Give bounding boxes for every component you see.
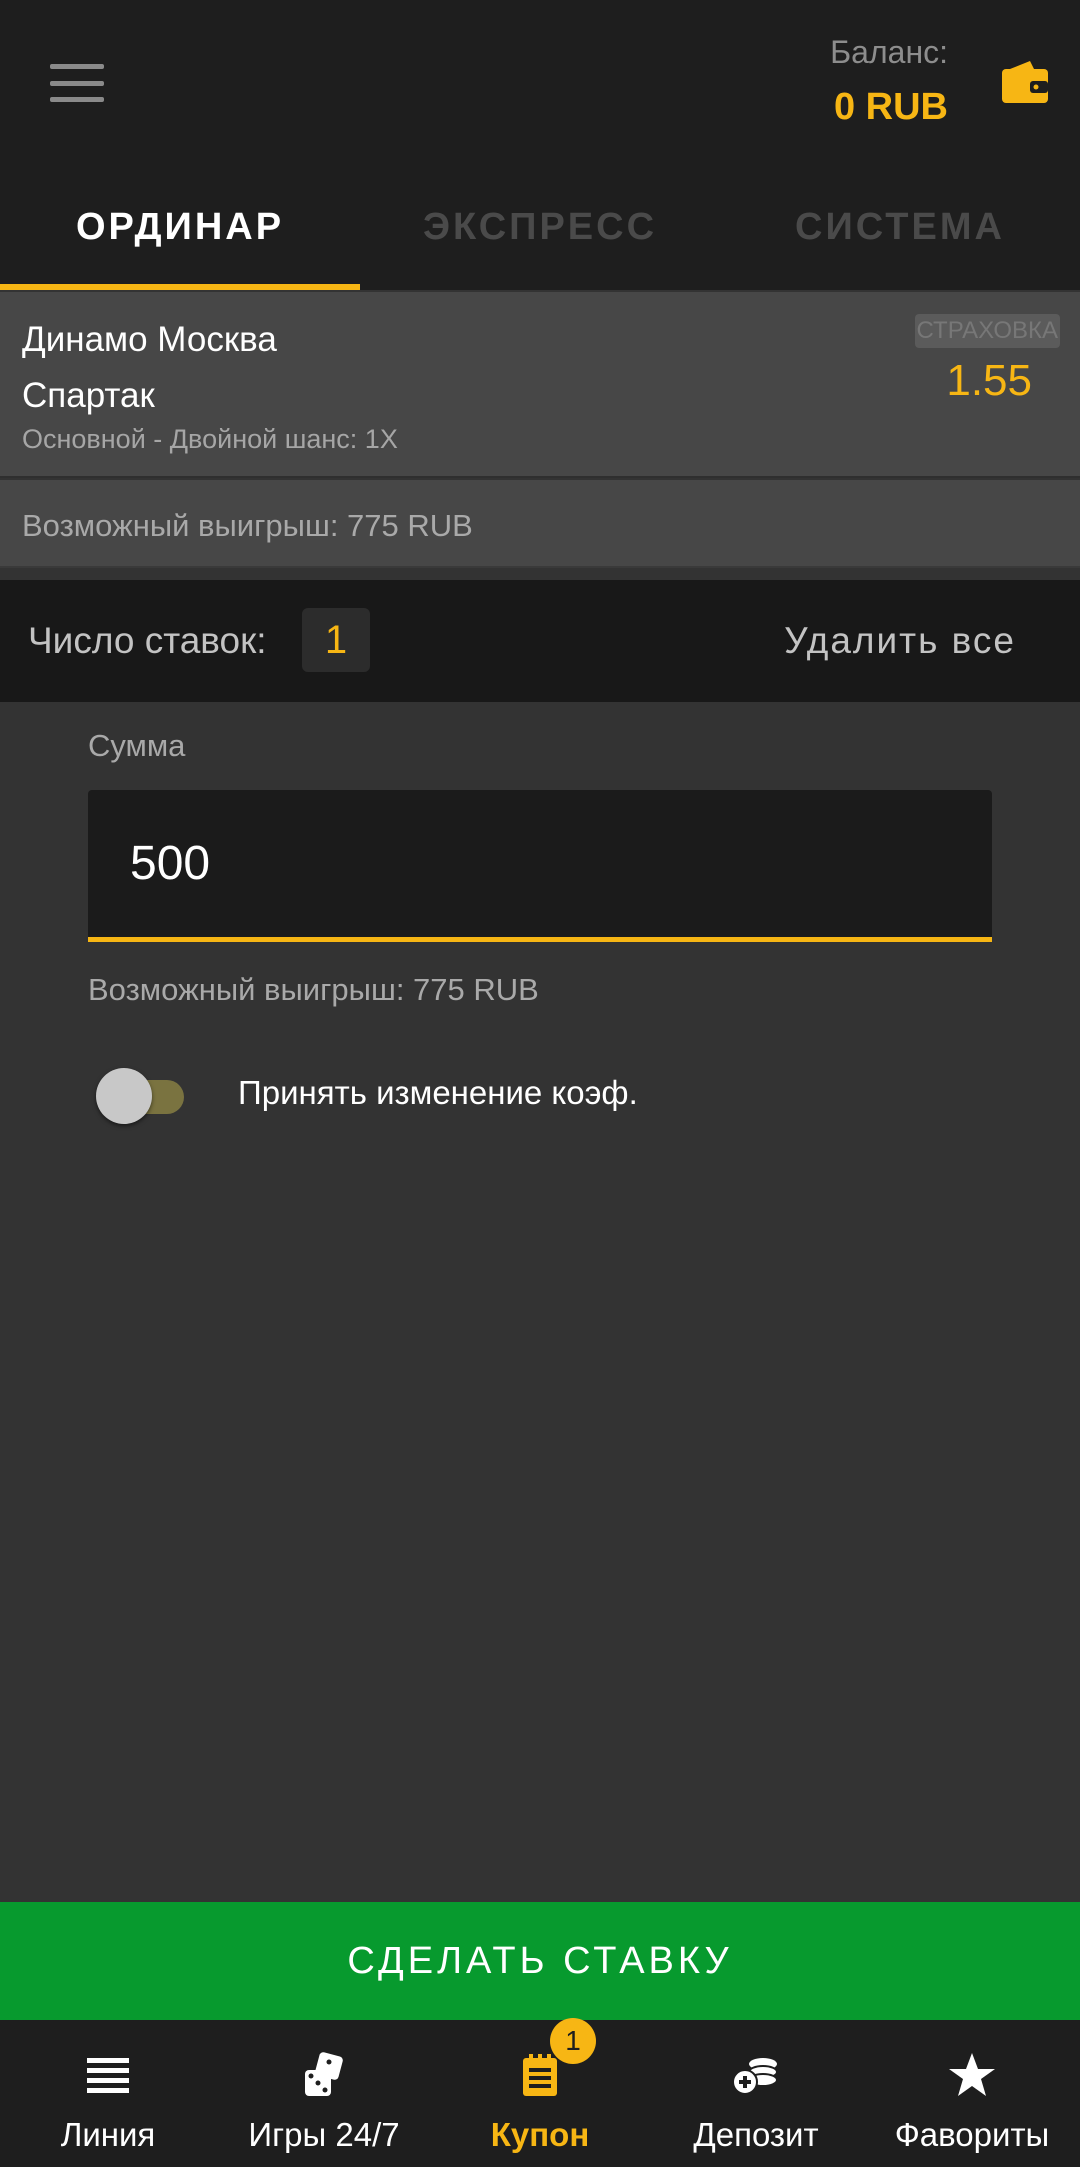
amount-possible-win: Возможный выигрыш: 775 RUB <box>88 972 539 1007</box>
wallet-icon[interactable] <box>1000 57 1050 107</box>
amount-input[interactable] <box>88 790 992 942</box>
nav-line[interactable]: Линия <box>0 2020 216 2167</box>
tab-express[interactable]: ЭКСПРЕСС <box>360 192 720 290</box>
nav-games-label: Игры 24/7 <box>248 2116 400 2153</box>
nav-deposit[interactable]: Депозит <box>648 2020 864 2167</box>
star-icon <box>949 2053 995 2096</box>
coins-plus-icon <box>732 2058 778 2095</box>
bet-count-bar: Число ставок: 1 Удалить все <box>0 580 1080 702</box>
tab-single[interactable]: ОРДИНАР <box>0 192 360 290</box>
balance-label: Баланс: <box>830 34 948 70</box>
team-home: Динамо Москва <box>22 320 277 359</box>
team-away: Спартак <box>22 376 155 415</box>
bottom-nav: Линия Игры 24/7 Купон Депозит Фавориты <box>0 2020 1080 2167</box>
tab-system[interactable]: СИСТЕМА <box>720 192 1080 290</box>
insurance-button[interactable]: СТРАХОВКА <box>914 314 1060 348</box>
bet-slip-screen: Баланс: 0 RUB ОРДИНАР ЭКСПРЕСС СИСТЕМА Д… <box>0 0 1080 2167</box>
nav-games[interactable]: Игры 24/7 <box>216 2020 432 2167</box>
nav-favorites-label: Фавориты <box>894 2116 1050 2153</box>
bet-odds: 1.55 <box>946 356 1032 405</box>
delete-all-button[interactable]: Удалить все <box>784 620 1016 662</box>
coupon-count-badge: 1 <box>550 2018 596 2064</box>
bet-market: Основной - Двойной шанс: 1X <box>22 424 398 454</box>
hamburger-menu-icon[interactable] <box>50 64 104 102</box>
bet-card[interactable]: Динамо Москва Спартак Основной - Двойной… <box>0 292 1080 478</box>
make-bet-button[interactable]: СДЕЛАТЬ СТАВКУ <box>0 1902 1080 2020</box>
nav-line-label: Линия <box>60 2116 156 2153</box>
list-icon <box>87 2058 129 2093</box>
accept-changes-label: Принять изменение коэф. <box>238 1074 638 1111</box>
balance-value[interactable]: 0 RUB <box>834 86 948 129</box>
nav-coupon[interactable]: Купон <box>432 2020 648 2167</box>
header: Баланс: 0 RUB ОРДИНАР ЭКСПРЕСС СИСТЕМА <box>0 0 1080 290</box>
card-possible-win: Возможный выигрыш: 775 RUB <box>0 480 1080 568</box>
nav-deposit-label: Депозит <box>693 2116 819 2153</box>
bet-count-label: Число ставок: <box>28 620 267 661</box>
amount-label: Сумма <box>88 728 186 763</box>
card-possible-win-text: Возможный выигрыш: 775 RUB <box>22 508 473 543</box>
bet-count-value: 1 <box>302 608 370 672</box>
nav-coupon-label: Купон <box>490 2116 590 2153</box>
bet-type-tabs: ОРДИНАР ЭКСПРЕСС СИСТЕМА <box>0 192 1080 290</box>
accept-changes-toggle[interactable] <box>96 1064 186 1124</box>
dice-icon <box>305 2052 343 2096</box>
nav-favorites[interactable]: Фавориты <box>864 2020 1080 2167</box>
